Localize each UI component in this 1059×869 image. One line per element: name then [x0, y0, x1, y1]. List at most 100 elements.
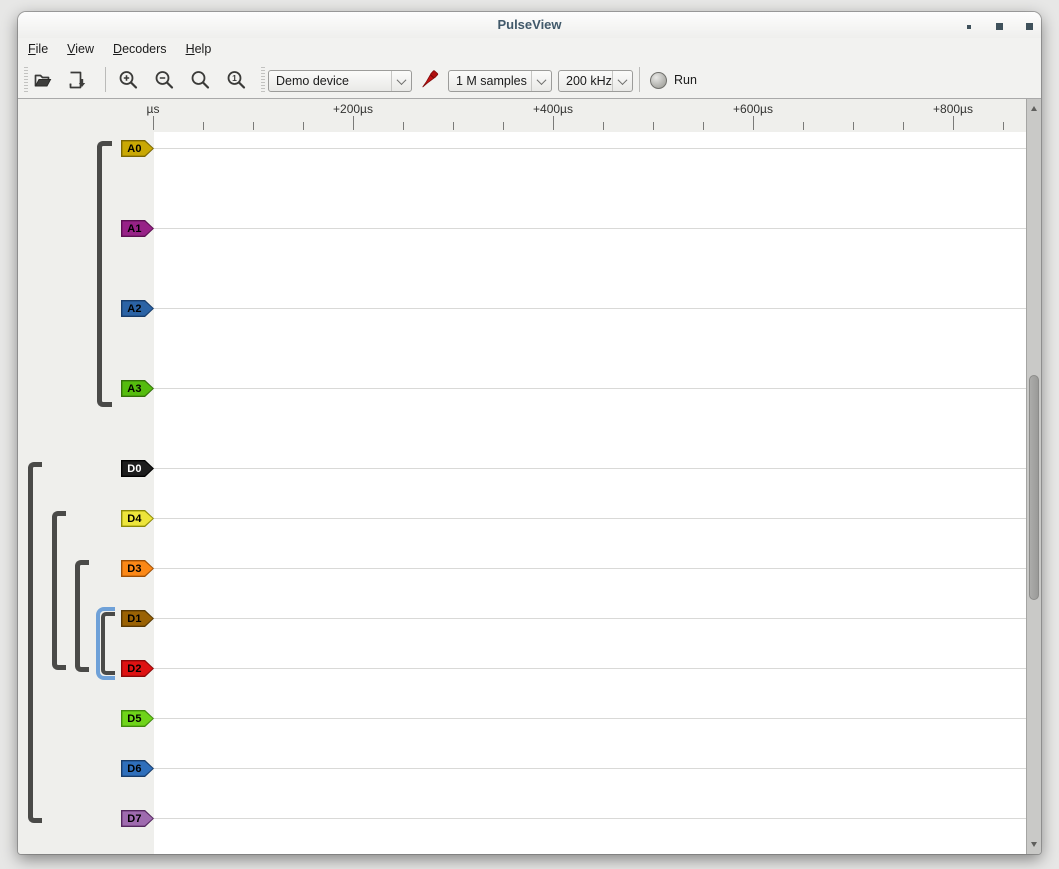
- main-toolbar: 1 Demo device 1 M samples 200 kHz: [18, 60, 1041, 99]
- scrollbar-thumb[interactable]: [1029, 375, 1039, 600]
- minimize-button[interactable]: [967, 25, 971, 29]
- vertical-scrollbar[interactable]: [1026, 99, 1041, 854]
- zoom-fit-icon: [189, 69, 211, 91]
- save-session-button[interactable]: [65, 68, 89, 92]
- probe-icon: [417, 68, 441, 92]
- device-select[interactable]: Demo device: [268, 70, 412, 92]
- channel-tag-fill: D0: [122, 461, 152, 475]
- zoom-one-to-one-button[interactable]: 1: [224, 68, 248, 92]
- channel-tag-fill: D7: [122, 811, 152, 825]
- time-ruler[interactable]: µs+200µs+400µs+600µs+800µs: [18, 99, 1031, 132]
- trace-d7: [154, 818, 1031, 819]
- sample-count-value: 1 M samples: [449, 74, 531, 88]
- toolbar-drag-handle[interactable]: [24, 67, 28, 92]
- trace-d3: [154, 568, 1031, 569]
- trace-d2: [154, 668, 1031, 669]
- channel-tag-label: D6: [127, 763, 141, 775]
- trace-a0: [154, 148, 1031, 149]
- group-a0-a3[interactable]: [97, 141, 112, 407]
- group-bracket-inner: [101, 612, 115, 675]
- channel-tag-label: A2: [127, 303, 141, 315]
- channel-tag-fill: A0: [122, 141, 152, 155]
- zoom-one-to-one-icon: 1: [225, 69, 247, 91]
- open-button[interactable]: [31, 68, 55, 92]
- ruler-minor-tick: [803, 122, 804, 130]
- menu-help[interactable]: Help: [186, 42, 212, 56]
- ruler-minor-tick: [603, 122, 604, 130]
- configure-channels-button[interactable]: [417, 68, 441, 92]
- zoom-in-button[interactable]: [116, 68, 140, 92]
- scroll-up-icon[interactable]: [1031, 106, 1037, 111]
- open-folder-icon: [32, 69, 54, 91]
- ruler-label: +800µs: [933, 102, 973, 116]
- channel-tag-fill: D1: [122, 611, 152, 625]
- run-state-icon: [650, 72, 667, 89]
- toolbar-separator: [639, 67, 640, 92]
- ruler-minor-tick: [653, 122, 654, 130]
- ruler-major-tick: [753, 116, 754, 130]
- group-d4-d2[interactable]: [52, 511, 66, 670]
- group-d3-d2[interactable]: [75, 560, 89, 672]
- trace-d5: [154, 718, 1031, 719]
- ruler-major-tick: [553, 116, 554, 130]
- sample-count-select[interactable]: 1 M samples: [448, 70, 552, 92]
- zoom-out-button[interactable]: [152, 68, 176, 92]
- ruler-label: µs: [147, 102, 160, 116]
- scroll-down-icon[interactable]: [1031, 842, 1037, 847]
- trace-d4: [154, 518, 1031, 519]
- ruler-major-tick: [953, 116, 954, 130]
- channel-tag-label: D7: [127, 813, 141, 825]
- run-button-label: Run: [674, 73, 697, 87]
- trace-d0: [154, 468, 1031, 469]
- channel-tag-label: D4: [127, 513, 141, 525]
- sample-rate-select[interactable]: 200 kHz: [558, 70, 633, 92]
- channel-tag-fill: D3: [122, 561, 152, 575]
- ruler-minor-tick: [703, 122, 704, 130]
- ruler-minor-tick: [503, 122, 504, 130]
- ruler-minor-tick: [903, 122, 904, 130]
- chevron-down-icon: [391, 71, 411, 91]
- maximize-button[interactable]: [996, 23, 1003, 30]
- menu-file[interactable]: File: [28, 42, 48, 56]
- ruler-minor-tick: [303, 122, 304, 130]
- chevron-down-icon: [531, 71, 551, 91]
- menu-bar: File View Decoders Help: [18, 38, 1041, 60]
- channel-tag-fill: A1: [122, 221, 152, 235]
- zoom-out-icon: [153, 69, 175, 91]
- window-title: PulseView: [18, 17, 1041, 32]
- trace-view[interactable]: [154, 132, 1031, 854]
- zoom-fit-button[interactable]: [188, 68, 212, 92]
- title-bar[interactable]: PulseView: [18, 12, 1041, 38]
- channel-tag-fill: A3: [122, 381, 152, 395]
- channel-tag-label: D2: [127, 663, 141, 675]
- ruler-major-tick: [353, 116, 354, 130]
- channel-tag-fill: D2: [122, 661, 152, 675]
- ruler-major-tick: [153, 116, 154, 130]
- menu-decoders[interactable]: Decoders: [113, 42, 167, 56]
- trace-a2: [154, 308, 1031, 309]
- channel-tag-label: A3: [127, 383, 141, 395]
- svg-text:1: 1: [232, 73, 237, 83]
- channel-tag-fill: D6: [122, 761, 152, 775]
- group-d0-d7[interactable]: [28, 462, 42, 823]
- menu-view[interactable]: View: [67, 42, 94, 56]
- sample-rate-value: 200 kHz: [559, 74, 612, 88]
- ruler-minor-tick: [453, 122, 454, 130]
- close-button[interactable]: [1026, 23, 1033, 30]
- channel-tag-fill: D4: [122, 511, 152, 525]
- ruler-minor-tick: [253, 122, 254, 130]
- channel-tag-label: D3: [127, 563, 141, 575]
- zoom-in-icon: [117, 69, 139, 91]
- ruler-label: +200µs: [333, 102, 373, 116]
- device-select-value: Demo device: [269, 74, 391, 88]
- trace-a3: [154, 388, 1031, 389]
- toolbar-separator: [105, 67, 106, 92]
- run-button[interactable]: Run: [646, 68, 701, 92]
- chevron-down-icon: [612, 71, 632, 91]
- group-d1-d2[interactable]: [96, 607, 115, 680]
- ruler-label: +600µs: [733, 102, 773, 116]
- toolbar-drag-handle[interactable]: [261, 67, 265, 92]
- channel-tag-label: A1: [127, 223, 141, 235]
- pulseview-window: PulseView File View Decoders Help: [18, 12, 1041, 854]
- channel-tag-fill: A2: [122, 301, 152, 315]
